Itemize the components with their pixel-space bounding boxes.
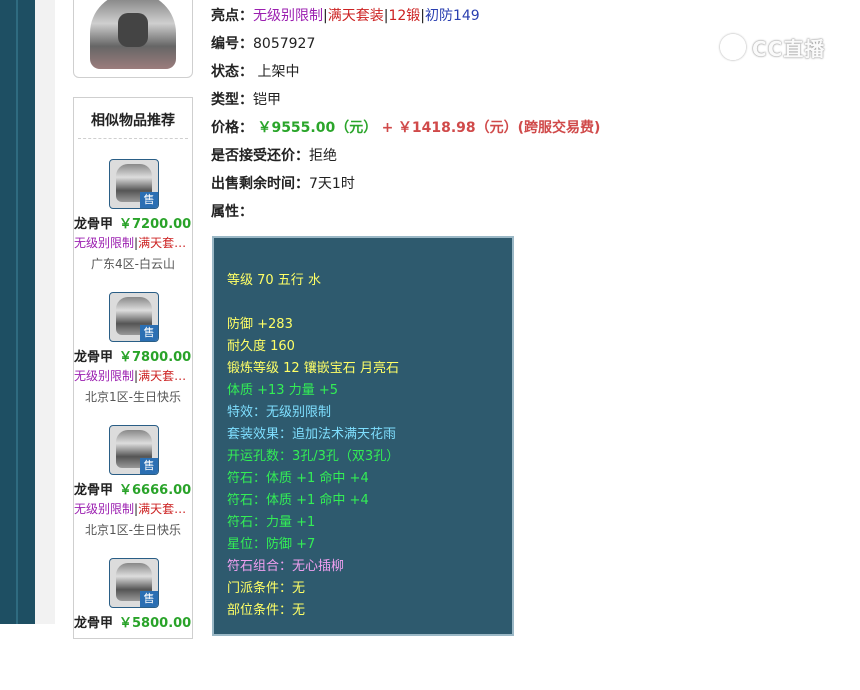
highlight-tag: 无级别限制 [253, 8, 323, 24]
watermark: CC直播 [720, 32, 832, 62]
attr-rune: 符石：体质 +1 命中 +4 [227, 493, 369, 508]
attr-sect-requirement: 门派条件：无 [227, 581, 306, 596]
item-name[interactable]: 龙骨甲 [74, 217, 113, 232]
item-name[interactable]: 龙骨甲 [74, 350, 113, 365]
attr-special: 特效：无级别限制 [227, 405, 332, 420]
similar-item[interactable]: 售 龙骨甲 ￥5800.00 [74, 558, 192, 690]
item-tag: 满天套… [138, 502, 187, 516]
status-value: 上架中 [257, 64, 300, 80]
serial-value: 8057927 [253, 36, 316, 52]
item-price: ￥7200.00 [119, 217, 192, 232]
item-tag: 无级别限制 [74, 502, 135, 516]
attr-rune: 符石：体质 +1 命中 +4 [227, 471, 369, 486]
attr-defense: 防御 +283 [227, 317, 293, 332]
left-gutter [35, 0, 55, 624]
status-label: 状态： [211, 64, 253, 80]
attr-part-requirement: 部位条件：无 [227, 603, 306, 618]
remaining-time-row: 出售剩余时间：7天1时 [211, 173, 355, 193]
attr-rune: 符石：力量 +1 [227, 515, 316, 530]
attr-set-effect: 套装效果：追加法术满天花雨 [227, 427, 397, 442]
attr-level: 等级 70 五行 水 [227, 273, 321, 288]
counter-offer-value: 拒绝 [309, 148, 337, 164]
similar-items-title: 相似物品推荐 [78, 98, 188, 139]
price-main: ￥9555.00（元） [257, 120, 378, 136]
item-thumbnail[interactable]: 售 [109, 558, 159, 608]
item-tag: 无级别限制 [74, 369, 135, 383]
type-row: 类型：铠甲 [211, 89, 281, 109]
highlight-tag: 12锻 [388, 8, 421, 24]
attr-star: 星位：防御 +7 [227, 537, 316, 552]
item-name[interactable]: 龙骨甲 [74, 483, 113, 498]
attr-stats: 体质 +13 力量 +5 [227, 383, 338, 398]
similar-items-panel: 相似物品推荐 售 龙骨甲 ￥7200.00 无级别限制|满天套… 广东4区-白云山… [73, 97, 193, 639]
similar-item[interactable]: 售 龙骨甲 ￥6666.00 无级别限制|满天套… 北京1区-生日快乐 [74, 425, 192, 557]
item-server: 广东4区-白云山 [91, 257, 175, 271]
sell-badge: 售 [140, 591, 158, 607]
item-price: ￥7800.00 [119, 350, 192, 365]
attributes-label: 属性： [211, 204, 253, 220]
cc-logo-icon [720, 34, 746, 60]
item-price: ￥6666.00 [119, 483, 192, 498]
left-rail [0, 0, 35, 624]
item-thumbnail[interactable]: 售 [109, 292, 159, 342]
attributes-panel: 等级 70 五行 水 防御 +283 耐久度 160 锻炼等级 12 镶嵌宝石 … [212, 236, 514, 636]
item-tag: 满天套… [138, 369, 187, 383]
highlights-row: 亮点：无级别限制|满天套装|12锻|初防149 [211, 8, 480, 24]
remaining-time-label: 出售剩余时间： [211, 176, 309, 192]
similar-item[interactable]: 售 龙骨甲 ￥7800.00 无级别限制|满天套… 北京1区-生日快乐 [74, 292, 192, 424]
item-thumbnail[interactable]: 售 [109, 159, 159, 209]
remaining-time-value: 7天1时 [309, 176, 355, 192]
item-tag: 无级别限制 [74, 236, 135, 250]
counter-offer-row: 是否接受还价：拒绝 [211, 145, 337, 165]
price-plus: + [381, 120, 394, 136]
highlight-tag: 初防149 [424, 8, 480, 24]
sell-badge: 售 [140, 192, 158, 208]
type-label: 类型： [211, 92, 253, 108]
status-row: 状态： 上架中 [211, 61, 299, 81]
price-row: 价格： ￥9555.00（元） + ￥1418.98（元）(跨服交易费) [211, 117, 600, 137]
price-label: 价格： [211, 120, 253, 136]
rail-stripe [16, 0, 18, 624]
attributes-row: 属性： [211, 201, 253, 221]
attr-rune-combo: 符石组合：无心插柳 [227, 559, 345, 574]
item-image-box [73, 0, 193, 78]
attr-holes: 开运孔数：3孔/3孔（双3孔） [227, 449, 400, 464]
highlight-tag: 满天套装 [327, 8, 384, 24]
item-server: 北京1区-生日快乐 [85, 390, 181, 404]
sell-badge: 售 [140, 458, 158, 474]
armor-image [90, 0, 176, 69]
counter-offer-label: 是否接受还价： [211, 148, 309, 164]
serial-label: 编号： [211, 36, 253, 52]
highlights-label: 亮点： [211, 8, 253, 24]
serial-row: 编号：8057927 [211, 33, 315, 53]
watermark-text: CC直播 [752, 37, 826, 61]
item-tag: 满天套… [138, 236, 187, 250]
sell-badge: 售 [140, 325, 158, 341]
item-thumbnail[interactable]: 售 [109, 425, 159, 475]
item-server: 北京1区-生日快乐 [85, 523, 181, 537]
attr-durability: 耐久度 160 [227, 339, 295, 354]
similar-item[interactable]: 售 龙骨甲 ￥7200.00 无级别限制|满天套… 广东4区-白云山 [74, 159, 192, 291]
type-value: 铠甲 [253, 92, 281, 108]
price-fee: ￥1418.98（元）(跨服交易费) [397, 120, 601, 136]
attr-forge: 锻炼等级 12 镶嵌宝石 月亮石 [227, 361, 399, 376]
